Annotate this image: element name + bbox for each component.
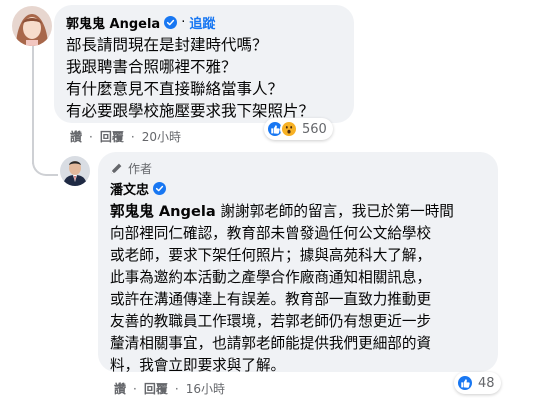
separator-dot: · [181,14,186,30]
like-icon [456,374,474,392]
like-button[interactable]: 讚 [70,128,82,145]
mention-link[interactable]: 郭鬼鬼 Angela [110,203,216,220]
author-tag: 作者 [110,160,486,176]
comment-line: 料，我會立即要求與了解。 [110,357,286,374]
comment-actions: 讚 · 回覆 · 20小時 [70,128,181,145]
thread-line [32,46,34,164]
wow-icon [280,120,298,138]
comment-text: 郭鬼鬼 Angela 謝謝郭老師的留言，我已於第一時間 向部裡同仁確認，教育部未… [110,201,486,377]
comment-bubble: 郭鬼鬼 Angela · 追蹤 部長請問現在是封建時代嗎？ 我跟聘書合照哪裡不雅… [54,5,354,123]
reply-button[interactable]: 回覆 [144,380,168,397]
follow-link[interactable]: 追蹤 [189,13,215,32]
verified-badge-icon [164,15,178,29]
comment-line: 此事為邀約本活動之產學合作廠商通知相關訊息， [110,269,432,286]
author-tag-label: 作者 [128,161,153,176]
author-name[interactable]: 郭鬼鬼 Angela [66,13,160,32]
comment-line: 部長請問現在是封建時代嗎？ [66,36,268,54]
comment-text: 部長請問現在是封建時代嗎？ 我跟聘書合照哪裡不雅？ 有什麼意見不直接聯絡當事人？… [66,34,342,122]
avatar[interactable] [60,156,90,186]
reply-button[interactable]: 回覆 [100,128,124,145]
comment-line: 向部裡同仁確認，教育部未曾發過任何公文給學校 [110,225,432,242]
comment-line: 郭鬼鬼 Angela 謝謝郭老師的留言，我已於第一時間 [110,203,454,220]
reply-bubble: 作者 潘文忠 郭鬼鬼 Angela 謝謝郭老師的留言，我已於第一時間 向部裡同仁… [98,152,498,374]
reaction-count: 48 [478,375,495,391]
reaction-count: 560 [302,121,327,137]
comment-line: 有什麼意見不直接聯絡當事人？ [66,80,284,98]
author-name[interactable]: 潘文忠 [110,179,149,198]
thread-line-curve [32,150,58,176]
avatar[interactable] [12,6,52,46]
comment-line: 釐清相關事宜，也請郭老師能提供我們更細部的資 [110,335,432,352]
comment-line: 或老師，要求下架任何照片；據與高苑科大了解， [110,247,432,264]
comment-line: 或許在溝通傳達上有誤差。教育部一直致力推動更 [110,291,432,308]
reaction-summary[interactable]: 560 [264,118,333,140]
comment-line: 友善的教職員工作環境，若郭老師仍有想更近一步 [110,313,432,330]
comment-line: 我跟聘書合照哪裡不雅？ [66,58,237,76]
timestamp[interactable]: 20小時 [142,128,181,145]
comment-actions: 讚 · 回覆 · 16小時 [114,380,225,397]
reaction-summary[interactable]: 48 [454,372,501,394]
timestamp[interactable]: 16小時 [186,380,225,397]
verified-badge-icon [153,181,167,195]
pen-icon [111,163,122,173]
like-button[interactable]: 讚 [114,380,126,397]
